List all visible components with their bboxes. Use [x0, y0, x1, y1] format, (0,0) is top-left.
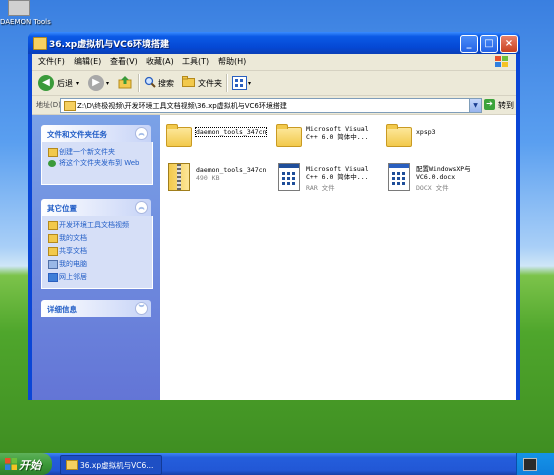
- windows-logo-icon: [5, 458, 17, 470]
- file-type: RAR 文件: [306, 184, 335, 192]
- file-list: daemon_tools_347cn Microsoft Visual C++ …: [160, 115, 516, 400]
- panel-file-tasks-body: 创建一个新文件夹 将这个文件夹发布到 Web: [41, 142, 153, 185]
- close-button[interactable]: ×: [500, 35, 518, 53]
- file-name: daemon_tools_347cn: [196, 166, 267, 174]
- panel-title: 详细信息: [47, 305, 77, 314]
- folder-icon: [386, 124, 412, 147]
- back-arrow-icon[interactable]: ◀: [38, 75, 54, 91]
- panel-details-header[interactable]: 详细信息 ︾: [41, 300, 151, 317]
- menu-help[interactable]: 帮助(H): [218, 56, 246, 67]
- go-arrow-icon[interactable]: ➔: [484, 99, 495, 110]
- collapse-icon[interactable]: ︽: [135, 127, 148, 140]
- back-button-label[interactable]: 后退: [57, 78, 73, 89]
- file-item[interactable]: 配置WindowsXP与VC6.0.docx DOCX 文件: [386, 163, 496, 199]
- file-name: Microsoft Visual C++ 6.0 简体中...: [306, 125, 369, 141]
- folder-icon: [48, 221, 58, 230]
- file-type: DOCX 文件: [416, 184, 449, 192]
- folder-icon: [276, 124, 302, 147]
- explorer-window: 36.xp虚拟机与VC6环境搭建 _ □ × 文件(F) 编辑(E) 查看(V)…: [28, 32, 520, 400]
- file-item[interactable]: daemon_tools_347cn: [166, 123, 276, 159]
- rar-file-icon: [278, 163, 300, 191]
- start-button[interactable]: 开始: [0, 453, 52, 475]
- folders-button-label[interactable]: 文件夹: [198, 78, 222, 89]
- menu-favorites[interactable]: 收藏(A): [146, 56, 174, 67]
- folders-icon[interactable]: [182, 76, 195, 87]
- file-name: daemon_tools_347cn: [194, 127, 268, 137]
- start-label: 开始: [19, 459, 41, 472]
- address-label: 地址(D): [36, 101, 61, 109]
- panel-other-places-header[interactable]: 其它位置 ︽: [41, 199, 151, 216]
- docx-file-icon: [388, 163, 410, 191]
- toolbar: ◀ 后退 ▾ ▶ ▾ 搜索 文件夹 ▾: [32, 71, 516, 96]
- file-item[interactable]: daemon_tools_347cn 490 KB: [166, 163, 276, 199]
- collapse-icon[interactable]: ︽: [135, 201, 148, 214]
- publish-web-icon: [48, 160, 56, 167]
- file-name: Microsoft Visual C++ 6.0 简体中...: [306, 165, 369, 181]
- maximize-button[interactable]: □: [480, 35, 498, 53]
- task-pane: 文件和文件夹任务 ︽ 创建一个新文件夹 将这个文件夹发布到 Web 其它位置 ︽: [32, 115, 160, 400]
- forward-dropdown-icon[interactable]: ▾: [106, 80, 109, 87]
- address-input[interactable]: Z:\D\终极视频\开发环境工具文档视频\36.xp虚拟机与VC6环境搭建 ▼: [60, 98, 482, 113]
- taskbar-window-button[interactable]: 36.xp虚拟机与VC6...: [60, 455, 162, 475]
- address-bar: 地址(D) Z:\D\终极视频\开发环境工具文档视频\36.xp虚拟机与VC6环…: [32, 96, 516, 115]
- forward-arrow-icon[interactable]: ▶: [88, 75, 104, 91]
- panel-other-places-body: 开发环境工具文档视频 我的文档 共享文档 我的电脑 网上邻居: [41, 216, 153, 289]
- toolbar-separator: [226, 74, 228, 92]
- shared-documents-icon: [48, 247, 58, 256]
- address-dropdown-icon[interactable]: ▼: [469, 99, 481, 112]
- expand-icon[interactable]: ︾: [135, 302, 148, 315]
- search-icon[interactable]: [144, 76, 156, 88]
- my-documents-icon: [48, 234, 58, 243]
- menu-file[interactable]: 文件(F): [38, 56, 65, 67]
- views-dropdown-icon[interactable]: ▾: [248, 80, 251, 87]
- file-item[interactable]: Microsoft Visual C++ 6.0 简体中... RAR 文件: [276, 163, 386, 199]
- windows-logo-icon: [495, 56, 508, 67]
- window-client: 文件(F) 编辑(E) 查看(V) 收藏(A) 工具(T) 帮助(H) ◀ 后退…: [32, 54, 516, 400]
- back-dropdown-icon[interactable]: ▾: [76, 80, 79, 87]
- menu-view[interactable]: 查看(V): [110, 56, 138, 67]
- daemon-tools-desktop-icon[interactable]: DAEMON Tools: [0, 0, 51, 30]
- title-bar[interactable]: 36.xp虚拟机与VC6环境搭建 _ □ ×: [28, 32, 520, 54]
- file-name: xpsp3: [416, 128, 436, 136]
- folder-icon: [64, 101, 76, 111]
- folder-icon: [66, 460, 78, 470]
- file-item[interactable]: Microsoft Visual C++ 6.0 简体中...: [276, 123, 386, 159]
- folder-icon: [33, 37, 47, 50]
- panel-title: 文件和文件夹任务: [47, 130, 107, 139]
- window-title: 36.xp虚拟机与VC6环境搭建: [49, 40, 170, 50]
- monitor-icon[interactable]: [523, 458, 537, 471]
- desktop-icon-label: DAEMON Tools: [0, 18, 51, 26]
- file-size: 490 KB: [196, 174, 220, 182]
- menu-edit[interactable]: 编辑(E): [74, 56, 101, 67]
- address-path: Z:\D\终极视频\开发环境工具文档视频\36.xp虚拟机与VC6环境搭建: [77, 102, 287, 110]
- up-folder-icon[interactable]: [118, 75, 132, 89]
- zip-file-icon: [168, 163, 190, 191]
- search-button-label[interactable]: 搜索: [158, 78, 174, 89]
- my-computer-icon: [48, 260, 58, 269]
- toolbar-separator: [138, 74, 140, 92]
- network-icon: [48, 273, 58, 282]
- minimize-button[interactable]: _: [460, 35, 478, 53]
- new-folder-icon: [48, 148, 58, 157]
- file-name: 配置WindowsXP与VC6.0.docx: [416, 165, 471, 181]
- folder-icon: [166, 124, 192, 147]
- file-item[interactable]: xpsp3: [386, 123, 496, 159]
- menu-tools[interactable]: 工具(T): [182, 56, 209, 67]
- menu-bar: 文件(F) 编辑(E) 查看(V) 收藏(A) 工具(T) 帮助(H): [32, 54, 516, 71]
- panel-title: 其它位置: [47, 204, 77, 213]
- taskbar: 开始 36.xp虚拟机与VC6...: [0, 453, 554, 475]
- taskbar-window-label: 36.xp虚拟机与VC6...: [80, 461, 154, 470]
- go-button-label[interactable]: 转到: [498, 100, 514, 111]
- system-tray: [516, 453, 554, 475]
- views-icon[interactable]: [232, 76, 247, 90]
- daemon-tools-icon: [8, 0, 30, 16]
- panel-file-tasks-header[interactable]: 文件和文件夹任务 ︽: [41, 125, 151, 142]
